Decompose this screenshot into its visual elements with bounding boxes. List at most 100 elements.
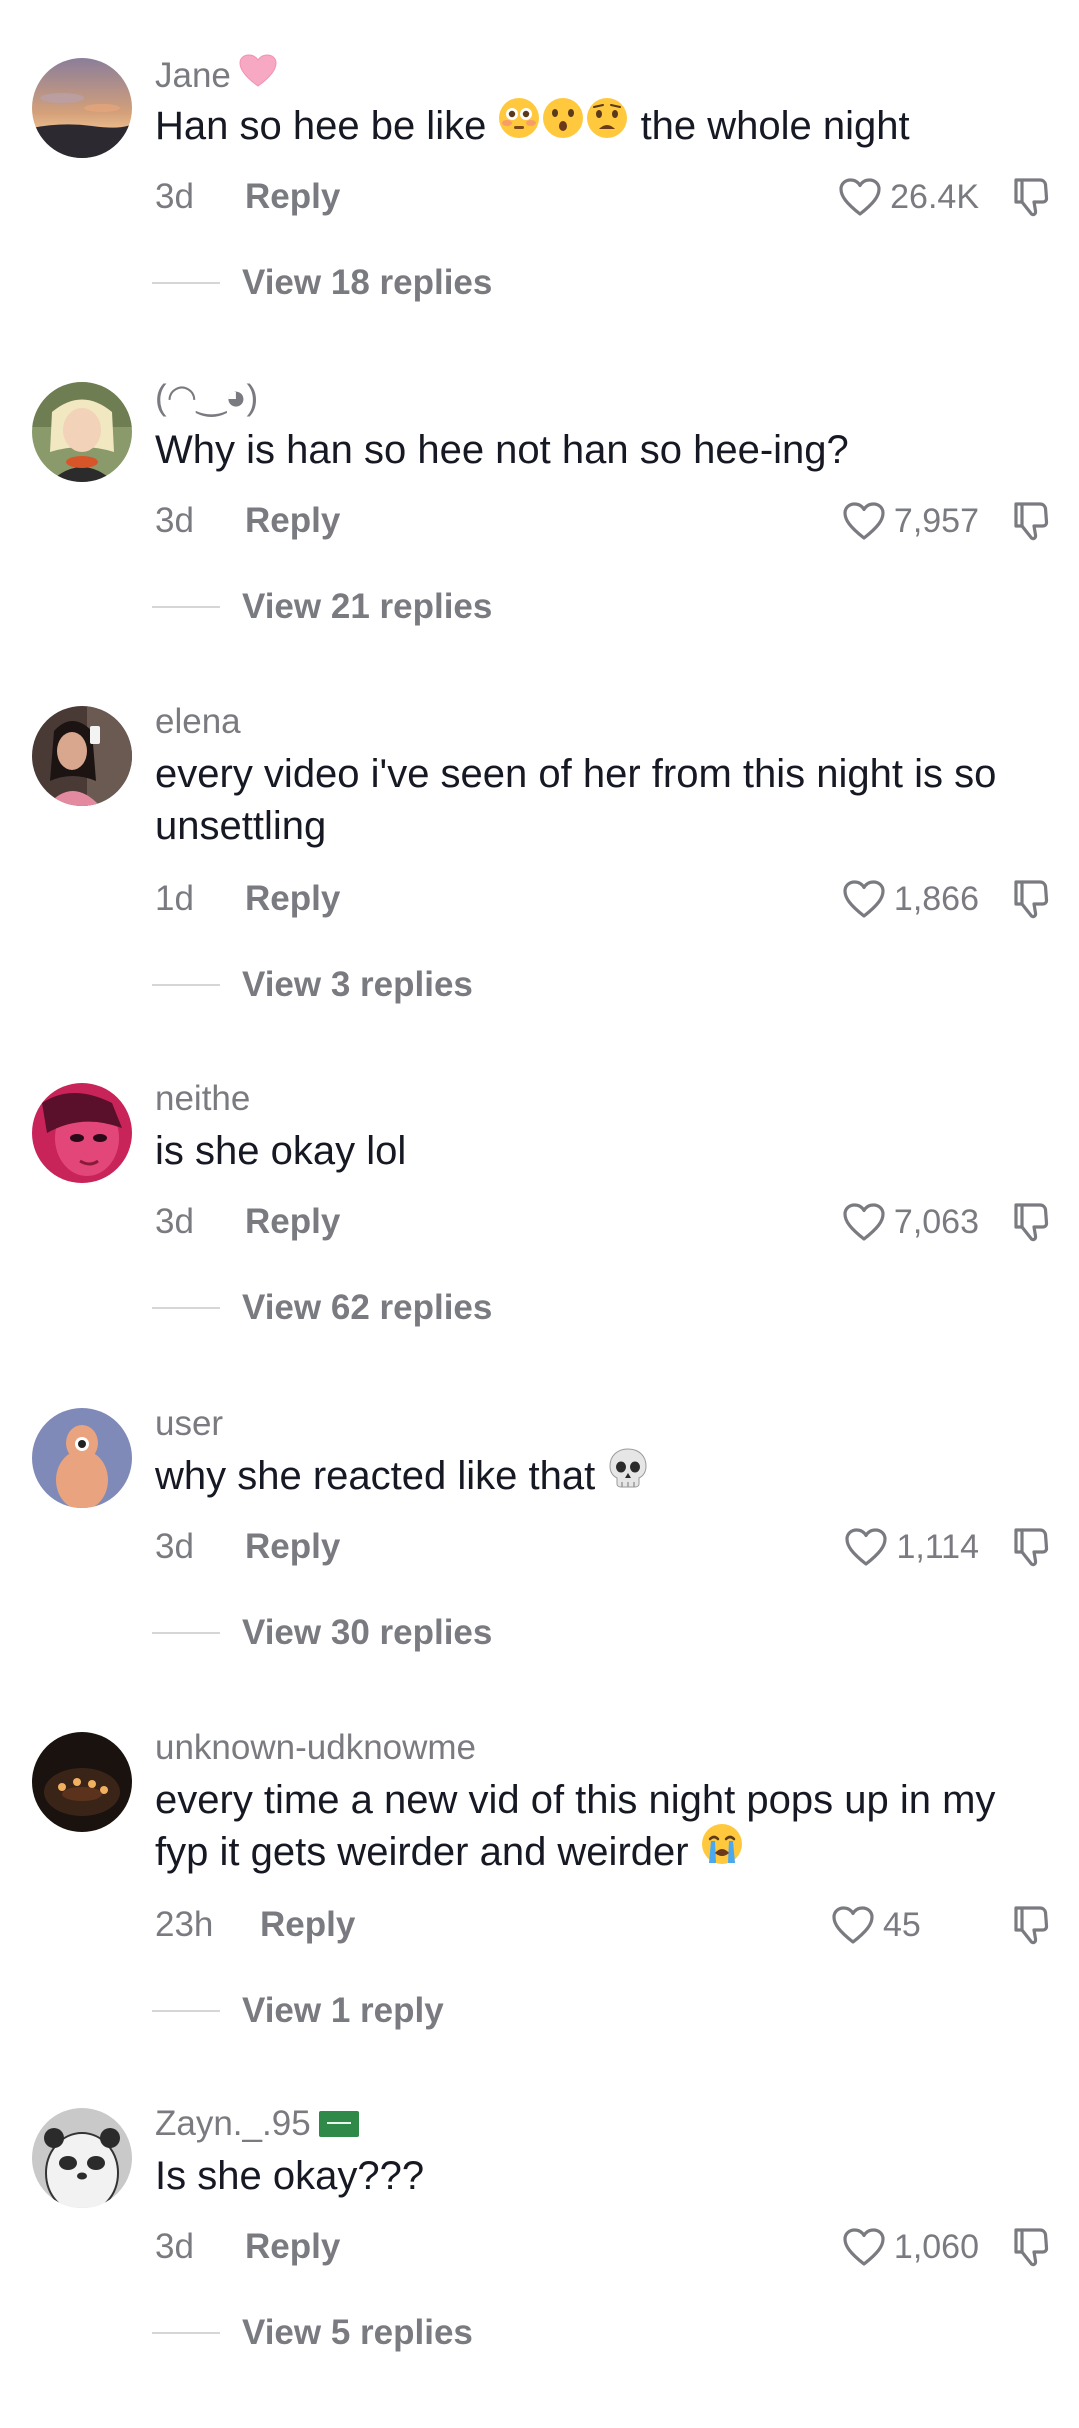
like-count: 7,063	[893, 1202, 979, 1241]
thumbs-down-icon[interactable]	[1013, 878, 1049, 920]
comment-item: (◠‿◕) Why is han so hee not han so hee-i…	[0, 378, 1079, 702]
comment-age: 3d	[155, 1527, 194, 1566]
view-replies-label: View 18 replies	[242, 263, 493, 302]
heart-outline-icon[interactable]	[842, 501, 886, 541]
divider	[152, 1632, 220, 1634]
skull-emoji	[607, 1447, 649, 1502]
heart-outline-icon[interactable]	[838, 177, 882, 217]
comment-item: user why she reacted like that 3d Reply …	[0, 1404, 1079, 1728]
comment-item: unknown-udknowme every time a new vid of…	[0, 1728, 1079, 2052]
comment-text: why she reacted like that	[155, 1447, 1045, 1506]
reply-button[interactable]: Reply	[245, 501, 340, 541]
like-count: 1,866	[893, 879, 979, 918]
comment-item: Zayn._.95 Is she okay??? 3d Reply 1,060 …	[0, 2104, 1079, 2428]
like-count: 7,957	[893, 501, 979, 540]
comment-text: every video i've seen of her from this n…	[155, 752, 997, 848]
thumbs-down-icon[interactable]	[1013, 1904, 1049, 1946]
heart-outline-icon[interactable]	[842, 879, 886, 919]
thumbs-down-icon[interactable]	[1013, 500, 1049, 542]
pink-heart-icon	[239, 54, 277, 97]
like-group: 7,957	[842, 501, 979, 541]
heart-outline-icon[interactable]	[842, 1202, 886, 1242]
view-replies-label: View 21 replies	[242, 587, 493, 626]
username[interactable]: elena	[155, 702, 241, 742]
view-replies[interactable]: View 30 replies	[152, 1608, 492, 1658]
view-replies-label: View 1 reply	[242, 1991, 444, 2030]
comment-age: 23h	[155, 1905, 214, 1944]
comment-text: Why is han so hee not han so hee-ing?	[155, 428, 849, 472]
divider	[152, 2010, 220, 2012]
username[interactable]: Jane	[155, 54, 277, 97]
comment-meta: 1d Reply 1,866	[155, 874, 1049, 924]
view-replies[interactable]: View 5 replies	[152, 2308, 473, 2358]
view-replies-label: View 3 replies	[242, 965, 473, 1004]
heart-outline-icon[interactable]	[844, 1527, 888, 1567]
username[interactable]: neithe	[155, 1079, 250, 1119]
like-group: 1,866	[842, 879, 979, 919]
reply-button[interactable]: Reply	[260, 1905, 355, 1945]
view-replies[interactable]: View 18 replies	[152, 258, 492, 308]
reply-button[interactable]: Reply	[245, 2227, 340, 2267]
avatar[interactable]	[32, 706, 132, 806]
avatar[interactable]	[32, 1408, 132, 1508]
avatar[interactable]	[32, 2108, 132, 2208]
username[interactable]: unknown-udknowme	[155, 1728, 476, 1768]
comment-item: elena every video i've seen of her from …	[0, 702, 1079, 1026]
thumbs-down-icon[interactable]	[1013, 176, 1049, 218]
username[interactable]: user	[155, 1404, 223, 1444]
view-replies-label: View 30 replies	[242, 1613, 493, 1652]
saudi-flag-icon	[318, 2111, 359, 2137]
avatar[interactable]	[32, 1732, 132, 1832]
view-replies[interactable]: View 3 replies	[152, 960, 473, 1010]
comment-age: 3d	[155, 501, 194, 540]
divider	[152, 984, 220, 986]
like-group: 45	[831, 1905, 979, 1945]
anguished-face-emoji	[586, 97, 628, 152]
comment-meta: 3d Reply 7,957	[155, 496, 1049, 546]
divider	[152, 1307, 220, 1309]
hushed-face-emoji	[542, 97, 584, 152]
divider	[152, 282, 220, 284]
comment-age: 1d	[155, 879, 194, 918]
comment-text: Is she okay???	[155, 2154, 425, 2198]
thumbs-down-icon[interactable]	[1013, 1526, 1049, 1568]
reply-button[interactable]: Reply	[245, 177, 340, 217]
like-group: 26.4K	[838, 177, 979, 217]
username[interactable]: Zayn._.95	[155, 2104, 359, 2144]
view-replies[interactable]: View 21 replies	[152, 582, 492, 632]
comment-text: every time a new vid of this night pops …	[155, 1774, 1045, 1882]
like-group: 1,114	[844, 1527, 979, 1567]
comment-meta: 3d Reply 1,114	[155, 1522, 1049, 1572]
heart-outline-icon[interactable]	[831, 1905, 875, 1945]
view-replies-label: View 5 replies	[242, 2313, 473, 2352]
avatar[interactable]	[32, 382, 132, 482]
comment-text: is she okay lol	[155, 1129, 407, 1173]
comment-age: 3d	[155, 2227, 194, 2266]
reply-button[interactable]: Reply	[245, 1202, 340, 1242]
avatar[interactable]	[32, 58, 132, 158]
thumbs-down-icon[interactable]	[1013, 1201, 1049, 1243]
thumbs-down-icon[interactable]	[1013, 2226, 1049, 2268]
flushed-face-emoji	[498, 97, 540, 152]
divider	[152, 606, 220, 608]
like-count: 1,060	[893, 2227, 979, 2266]
reply-button[interactable]: Reply	[245, 1527, 340, 1567]
comment-age: 3d	[155, 1202, 194, 1241]
comment-meta: 3d Reply 26.4K	[155, 172, 1049, 222]
like-group: 7,063	[842, 1202, 979, 1242]
username[interactable]: (◠‿◕)	[155, 378, 258, 418]
view-replies-label: View 62 replies	[242, 1288, 493, 1327]
comment-meta: 3d Reply 1,060	[155, 2222, 1049, 2272]
view-replies[interactable]: View 1 reply	[152, 1986, 444, 2036]
divider	[152, 2332, 220, 2334]
heart-outline-icon[interactable]	[842, 2227, 886, 2267]
view-replies[interactable]: View 62 replies	[152, 1283, 492, 1333]
reply-button[interactable]: Reply	[245, 879, 340, 919]
comment-meta: 3d Reply 7,063	[155, 1197, 1049, 1247]
comment-meta: 23h Reply 45	[155, 1900, 1049, 1950]
like-group: 1,060	[842, 2227, 979, 2267]
comment-age: 3d	[155, 177, 194, 216]
comment-text: Han so hee be like the whole night	[155, 97, 1045, 156]
avatar[interactable]	[32, 1083, 132, 1183]
comment-item: Jane Han so hee be like the whole night …	[0, 54, 1079, 378]
